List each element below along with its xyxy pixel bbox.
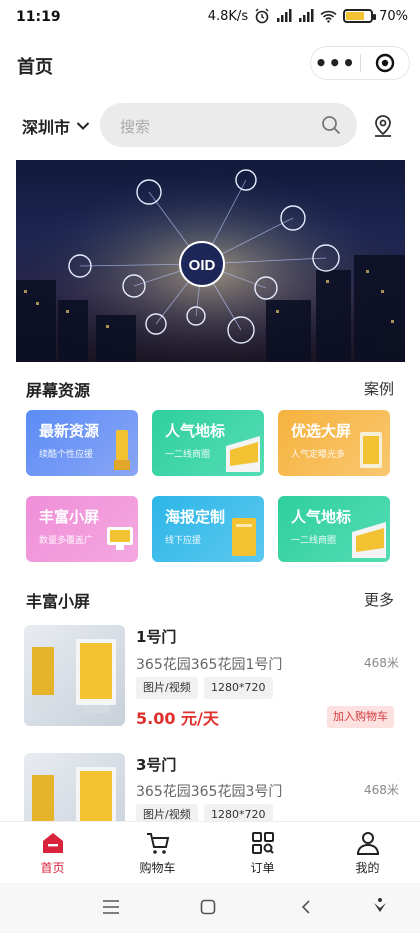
card-subtitle: 续酷个性应援 <box>39 450 94 460</box>
signal-icon <box>277 9 292 22</box>
card-popular-landmarks[interactable]: 人气地标 一二线商圈 <box>152 410 264 476</box>
signal-icon <box>299 9 314 22</box>
card-title: 最新资源 <box>39 422 100 440</box>
card-title: 人气地标 <box>165 422 226 440</box>
card-subtitle: 数量多覆盖广 <box>39 536 94 546</box>
page-title: 首页 <box>17 57 53 78</box>
tab-profile[interactable]: 我的 <box>315 822 420 884</box>
close-target-button[interactable] <box>360 53 409 73</box>
card-latest-resources[interactable]: 最新资源 续酷个性应援 <box>26 410 138 476</box>
card-small-screens[interactable]: 丰富小屏 数量多覆盖广 <box>26 496 138 562</box>
card-premium-big-screen[interactable]: 优选大屏 人气定曝光多 <box>278 410 390 476</box>
city-selector[interactable]: 深圳市 <box>22 114 90 138</box>
card-subtitle: 线下应援 <box>165 536 202 546</box>
section-title-small-screens: 丰富小屏 <box>26 592 91 611</box>
card-popular-landmarks-2[interactable]: 人气地标 一二线商圈 <box>278 496 390 562</box>
home-button-icon[interactable] <box>200 899 216 915</box>
search-placeholder: 搜索 <box>120 118 151 136</box>
cases-link[interactable]: 案例 <box>364 378 394 399</box>
tab-label: 购物车 <box>139 861 176 875</box>
building-screen-illustration <box>226 436 260 472</box>
card-subtitle: 一二线商圈 <box>165 450 211 460</box>
menu-icon[interactable] <box>102 899 120 915</box>
media-type-tag: 图片/视频 <box>136 677 198 699</box>
chevron-down-icon <box>76 122 90 130</box>
card-title: 海报定制 <box>165 508 226 526</box>
banner-label: OID <box>189 257 216 274</box>
banner-image[interactable]: OID <box>16 160 405 362</box>
tab-home[interactable]: 首页 <box>0 822 105 884</box>
poster-illustration <box>232 518 256 556</box>
bottom-tab-bar: 首页 购物车 订单 我的 <box>0 821 420 883</box>
item-name[interactable]: 3号门 <box>136 754 176 775</box>
status-bar: 11:19 4.8K/s 70% <box>0 0 420 36</box>
tab-orders[interactable]: 订单 <box>210 822 315 884</box>
tab-cart[interactable]: 购物车 <box>105 822 210 884</box>
home-icon <box>43 833 63 853</box>
screen-stand-image <box>32 639 116 713</box>
card-subtitle: 一二线商圈 <box>291 536 337 546</box>
network-speed: 4.8K/s <box>207 8 249 24</box>
card-subtitle: 人气定曝光多 <box>291 450 346 460</box>
add-to-cart-button[interactable]: 加入购物车 <box>327 706 394 728</box>
target-icon <box>375 53 394 73</box>
back-icon[interactable] <box>300 899 312 915</box>
city-network-illustration: OID <box>16 160 405 362</box>
screen-stand-illustration <box>114 430 130 470</box>
card-title: 优选大屏 <box>291 422 352 440</box>
resolution-tag: 1280*720 <box>204 677 273 699</box>
tab-label: 我的 <box>355 861 380 875</box>
item-price: 5.00 元/天 <box>136 709 219 728</box>
item-name[interactable]: 1号门 <box>136 626 176 647</box>
search-icon <box>322 116 341 135</box>
alarm-icon <box>255 8 269 24</box>
item-distance: 468米 <box>364 656 399 670</box>
status-time: 11:19 <box>16 9 61 25</box>
assistant-icon[interactable] <box>372 897 388 917</box>
location-icon[interactable] <box>372 114 394 138</box>
monitor-illustration <box>107 527 133 550</box>
orders-icon <box>252 832 274 854</box>
city-label: 深圳市 <box>22 118 71 137</box>
wifi-icon <box>320 10 337 23</box>
profile-icon <box>356 832 380 855</box>
battery-percent: 70% <box>379 8 408 24</box>
big-screen-illustration <box>360 432 382 468</box>
item-distance: 468米 <box>364 783 399 797</box>
battery-icon <box>343 9 377 23</box>
card-title: 丰富小屏 <box>39 508 100 526</box>
item-thumbnail[interactable] <box>24 625 125 726</box>
cart-icon <box>147 833 170 854</box>
card-poster-custom[interactable]: 海报定制 线下应援 <box>152 496 264 562</box>
search-input[interactable]: 搜索 <box>100 103 357 147</box>
card-title: 人气地标 <box>291 508 352 526</box>
building-screen-illustration <box>352 522 386 558</box>
more-menu-button[interactable]: ••• <box>311 53 360 73</box>
system-navigation-bar <box>0 883 420 933</box>
item-address: 365花园365花园1号门 <box>136 657 283 673</box>
tab-label: 订单 <box>250 861 275 875</box>
section-title-resources: 屏幕资源 <box>26 381 91 400</box>
item-address: 365花园365花园3号门 <box>136 784 283 800</box>
more-link[interactable]: 更多 <box>364 589 394 610</box>
tab-label: 首页 <box>40 861 65 875</box>
miniprogram-capsule: ••• <box>310 46 410 80</box>
